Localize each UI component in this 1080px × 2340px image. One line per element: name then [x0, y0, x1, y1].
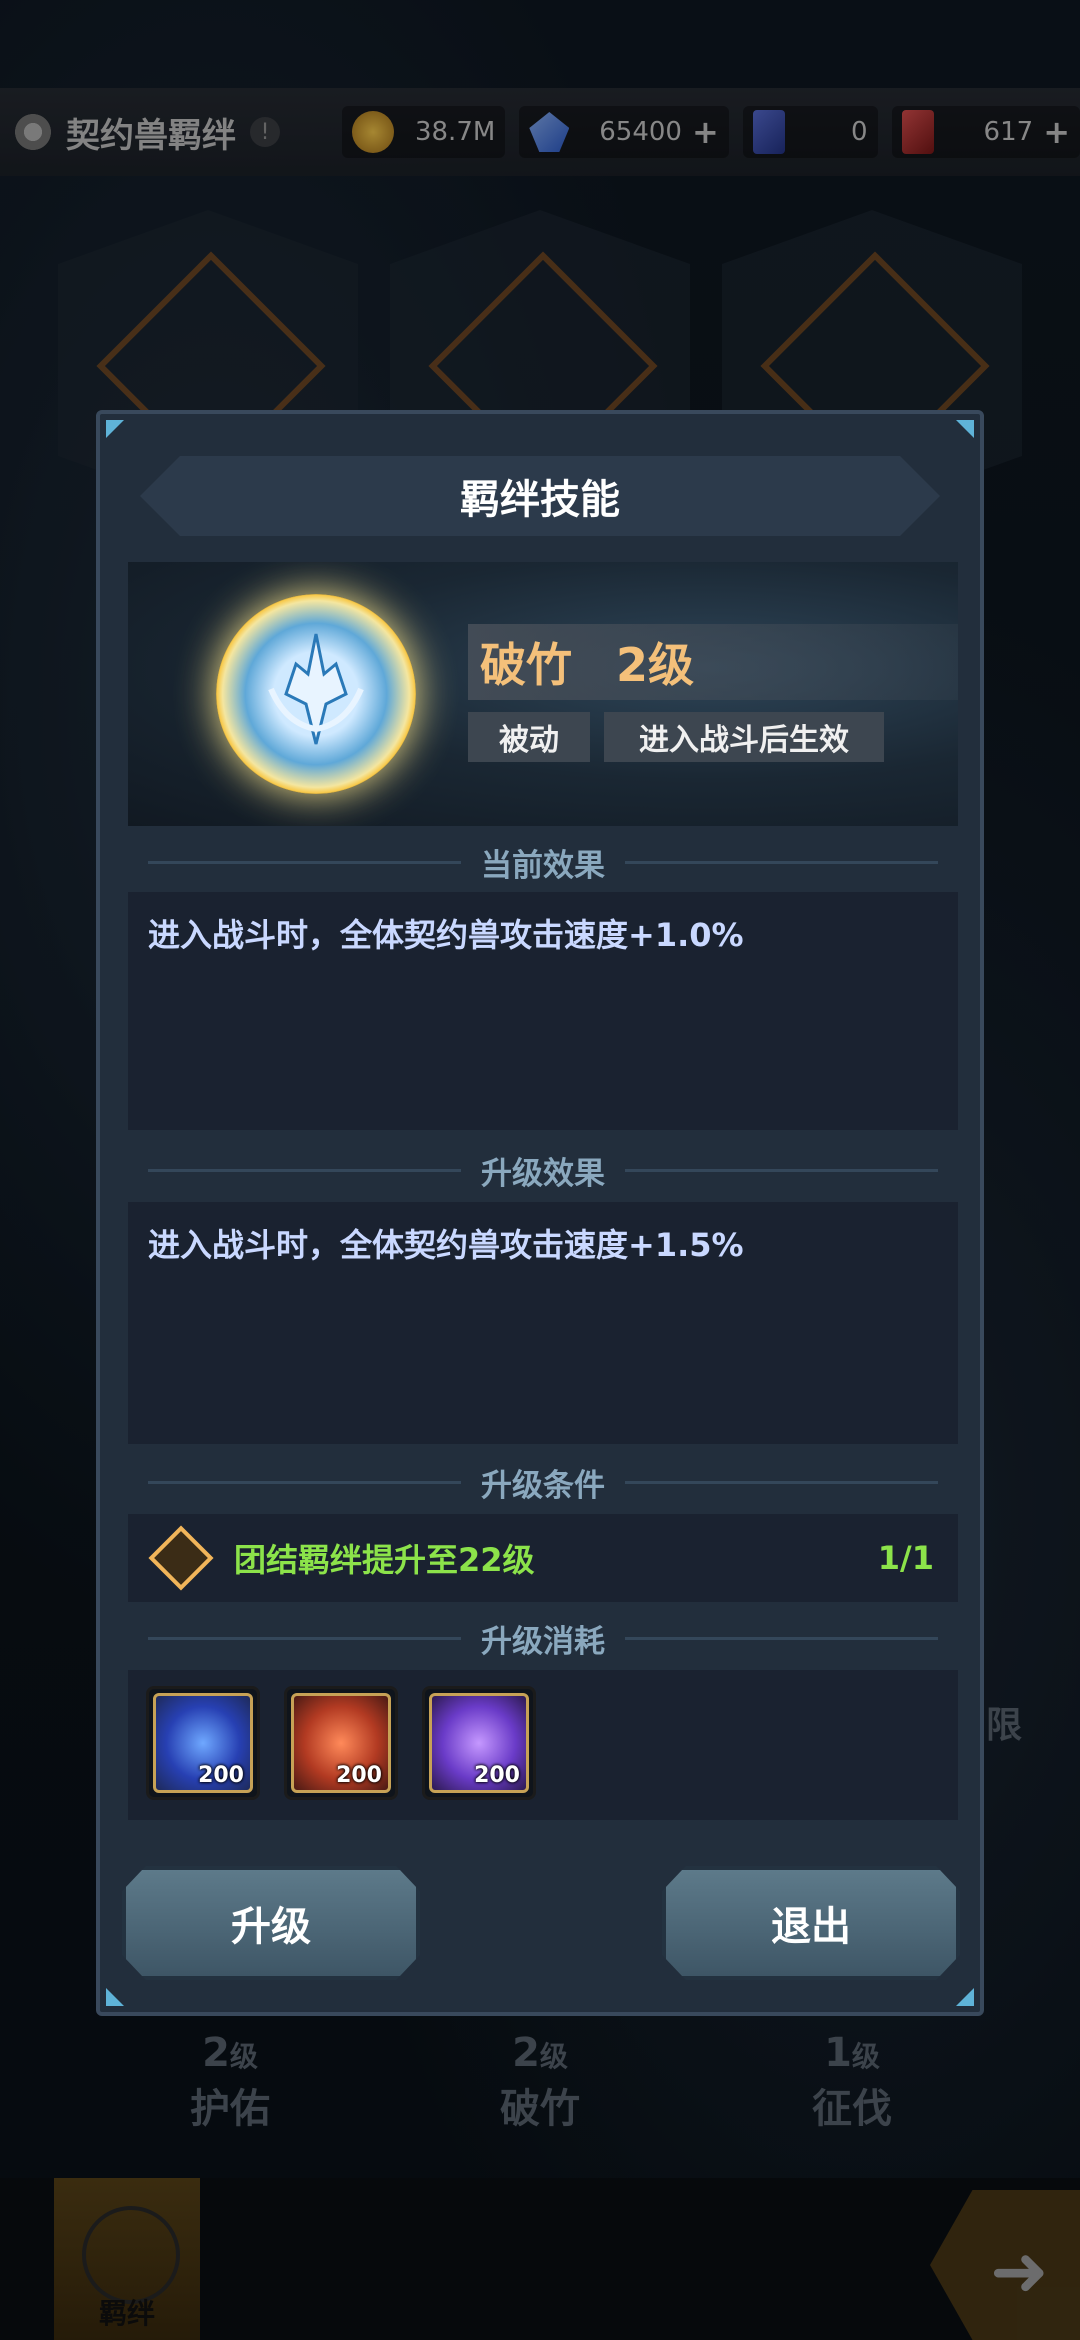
modal-title: 羁绊技能 [460, 477, 620, 523]
unity-bond-icon [148, 1525, 214, 1591]
corner-ornament [956, 420, 974, 438]
condition-text: 团结羁绊提升至22级 [234, 1541, 535, 1579]
upgrade-effect-heading: 升级效果 [128, 1150, 958, 1192]
upgrade-button-label: 升级 [231, 1904, 311, 1950]
current-effect-heading: 当前效果 [128, 842, 958, 884]
tag-passive: 被动 [468, 712, 590, 762]
current-effect-box: 进入战斗时，全体契约兽攻击速度+1.0% [128, 892, 958, 1130]
cost-item[interactable]: 200 [146, 1686, 260, 1800]
condition-row: 团结羁绊提升至22级 1/1 [128, 1514, 958, 1602]
bond-skill-modal: 羁绊技能 破竹 2级 被动 进入战斗后生效 当前效果 进入战斗时，全体契约兽攻击… [96, 410, 984, 2016]
blue-shield-emblem-icon: 200 [153, 1693, 253, 1793]
upgrade-effect-text: 进入战斗时，全体契约兽攻击速度+1.5% [148, 1226, 744, 1264]
trident-skill-icon [216, 594, 416, 794]
skill-name-bar: 破竹 2级 [468, 624, 958, 700]
upgrade-effect-box: 进入战斗时，全体契约兽攻击速度+1.5% [128, 1202, 958, 1444]
cost-heading: 升级消耗 [128, 1618, 958, 1660]
cost-item[interactable]: 200 [284, 1686, 398, 1800]
upgrade-button[interactable]: 升级 [122, 1866, 420, 1980]
condition-progress: 1/1 [877, 1539, 934, 1577]
tag-trigger: 进入战斗后生效 [604, 712, 884, 762]
corner-ornament [106, 420, 124, 438]
current-effect-text: 进入战斗时，全体契约兽攻击速度+1.0% [148, 916, 744, 954]
corner-ornament [956, 1988, 974, 2006]
corner-ornament [106, 1988, 124, 2006]
condition-heading: 升级条件 [128, 1462, 958, 1504]
item-qty: 200 [198, 1763, 244, 1788]
skill-level: 2级 [616, 638, 695, 692]
exit-button[interactable]: 退出 [662, 1866, 960, 1980]
exit-button-label: 退出 [771, 1904, 851, 1950]
item-qty: 200 [336, 1763, 382, 1788]
purple-emblem-icon: 200 [429, 1693, 529, 1793]
modal-header: 羁绊技能 [140, 456, 940, 536]
item-qty: 200 [474, 1763, 520, 1788]
cost-item[interactable]: 200 [422, 1686, 536, 1800]
cost-items: 200 200 200 [128, 1670, 958, 1820]
skill-banner: 破竹 2级 被动 进入战斗后生效 [128, 562, 958, 826]
skill-name: 破竹 [480, 638, 572, 692]
red-emblem-icon: 200 [291, 1693, 391, 1793]
